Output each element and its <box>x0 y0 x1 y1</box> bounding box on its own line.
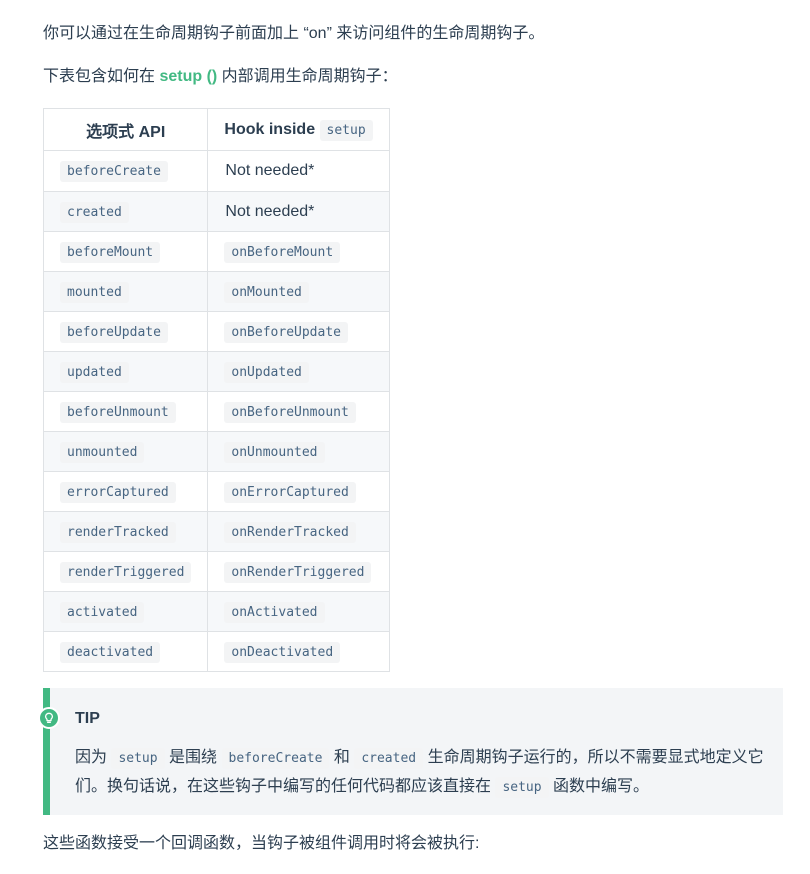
outro-paragraph: 这些函数接受一个回调函数，当钩子被组件调用时将会被执行: <box>43 835 480 852</box>
table-row: unmounted onUnmounted <box>42 431 391 472</box>
table-body: beforeCreate Not needed* created Not needed… <box>42 150 391 672</box>
option-name-code: created <box>60 201 129 223</box>
tip-text: 函数中编写。 <box>548 778 650 795</box>
table-row: renderTracked onRenderTracked <box>42 511 391 552</box>
options-api-cell: errorCaptured <box>42 471 209 512</box>
table-row: beforeUnmount onBeforeUnmount <box>42 391 391 432</box>
options-api-cell: beforeUpdate <box>42 311 209 352</box>
options-api-cell: renderTracked <box>42 511 209 552</box>
option-name-code: beforeMount <box>60 241 161 263</box>
table-row: mounted onMounted <box>42 271 391 312</box>
option-name-code: renderTracked <box>60 521 176 543</box>
tip-text: 和 <box>329 749 355 766</box>
hook-cell: onMounted <box>207 271 391 312</box>
tip-code-created: created <box>354 748 424 769</box>
options-api-cell: updated <box>42 351 209 392</box>
tip-code-setup: setup <box>495 777 549 798</box>
table-row: beforeCreate Not needed* <box>42 150 391 192</box>
tip-title: TIP <box>75 710 100 727</box>
hook-cell: Not needed* <box>207 191 391 232</box>
option-name-code: renderTriggered <box>60 561 192 583</box>
hook-cell: onErrorCaptured <box>207 471 391 512</box>
tip-text: 因为 <box>75 749 112 766</box>
header-hook-text: Hook inside <box>224 120 320 138</box>
options-api-cell: beforeCreate <box>42 150 209 192</box>
tip-body: 因为 setup 是围绕 beforeCreate 和 created 生命周期… <box>75 744 765 802</box>
options-api-cell: beforeMount <box>42 231 209 272</box>
hook-name-code: onBeforeMount <box>224 241 341 263</box>
tip-code-setup: setup <box>111 748 165 769</box>
hook-cell: onDeactivated <box>207 631 391 672</box>
table-row: deactivated onDeactivated <box>42 631 391 672</box>
table-row: beforeUpdate onBeforeUpdate <box>42 311 391 352</box>
options-api-cell: mounted <box>42 271 209 312</box>
option-name-code: errorCaptured <box>60 481 176 503</box>
table-row: beforeMount onBeforeMount <box>42 231 391 272</box>
table-row: errorCaptured onErrorCaptured <box>42 471 391 512</box>
option-name-code: deactivated <box>60 641 161 663</box>
option-name-code: updated <box>60 361 129 383</box>
hook-cell: onRenderTracked <box>207 511 391 552</box>
hook-note-text: Not needed* <box>225 162 315 179</box>
hook-cell: onUnmounted <box>207 431 391 472</box>
lifecycle-hooks-table: 选项式 API Hook inside setup beforeCreate No… <box>42 108 391 672</box>
hook-cell: onBeforeUnmount <box>207 391 391 432</box>
option-name-code: mounted <box>60 281 129 303</box>
intro-text-before: 下表包含如何在 <box>43 68 160 85</box>
hook-name-code: onDeactivated <box>224 641 341 663</box>
intro-paragraph: 你可以通过在生命周期钩子前面加上 “on” 来访问组件的生命周期钩子。 <box>43 25 545 42</box>
header-setup-code: setup <box>319 119 373 141</box>
table-row: renderTriggered onRenderTriggered <box>42 551 391 592</box>
tip-text: 是围绕 <box>164 749 222 766</box>
table-intro-paragraph: 下表包含如何在 setup () 内部调用生命周期钩子： <box>43 65 398 89</box>
option-name-code: beforeUpdate <box>60 321 168 343</box>
hook-name-code: onActivated <box>224 601 325 623</box>
table-row: activated onActivated <box>42 591 391 632</box>
hook-cell: Not needed* <box>207 150 391 192</box>
option-name-code: activated <box>60 601 145 623</box>
hook-name-code: onUpdated <box>224 361 309 383</box>
hook-cell: onBeforeMount <box>207 231 391 272</box>
header-options-api: 选项式 API <box>42 108 209 151</box>
hook-note-text: Not needed* <box>225 202 315 220</box>
options-api-cell: created <box>42 191 209 232</box>
hook-name-code: onMounted <box>224 281 309 303</box>
header-hook-inside-setup: Hook inside setup <box>207 108 391 151</box>
intro-text-after: 内部调用生命周期钩子： <box>217 68 398 85</box>
option-name-code: beforeUnmount <box>60 401 176 423</box>
hook-name-code: onRenderTracked <box>224 521 356 543</box>
hook-cell: onBeforeUpdate <box>207 311 391 352</box>
setup-link[interactable]: setup () <box>159 68 217 85</box>
table-row: created Not needed* <box>42 191 391 232</box>
table-row: updated onUpdated <box>42 351 391 392</box>
tip-box: TIP 因为 setup 是围绕 beforeCreate 和 created … <box>38 688 783 815</box>
hook-name-code: onErrorCaptured <box>224 481 356 503</box>
hook-cell: onUpdated <box>207 351 391 392</box>
hook-name-code: onRenderTriggered <box>224 561 372 583</box>
options-api-cell: renderTriggered <box>42 551 209 592</box>
hook-name-code: onBeforeUnmount <box>224 401 356 423</box>
hook-name-code: onUnmounted <box>224 441 325 463</box>
hook-name-code: onBeforeUpdate <box>224 321 348 343</box>
options-api-cell: unmounted <box>42 431 209 472</box>
hook-cell: onRenderTriggered <box>207 551 391 592</box>
option-name-code: beforeCreate <box>60 161 168 182</box>
table-header-row: 选项式 API Hook inside setup <box>42 108 391 151</box>
options-api-cell: beforeUnmount <box>42 391 209 432</box>
options-api-cell: deactivated <box>42 631 209 672</box>
options-api-cell: activated <box>42 591 209 632</box>
hook-cell: onActivated <box>207 591 391 632</box>
lightbulb-icon <box>38 707 60 729</box>
tip-code-beforecreate: beforeCreate <box>221 748 330 769</box>
option-name-code: unmounted <box>60 441 145 463</box>
